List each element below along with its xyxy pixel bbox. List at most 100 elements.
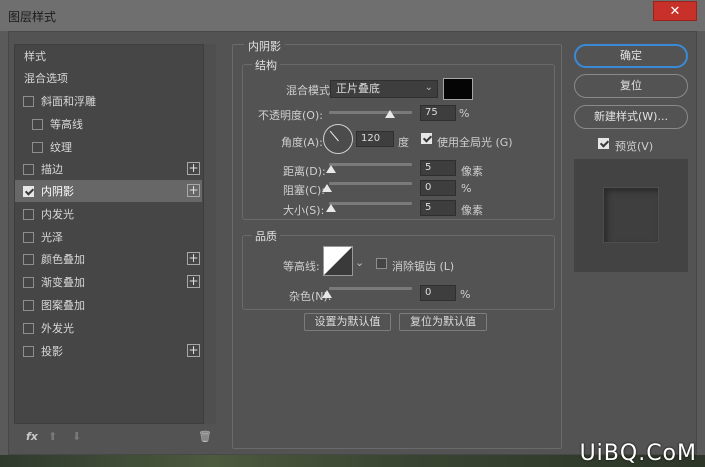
style-item-checkbox[interactable]	[23, 253, 34, 265]
style-item-checkbox[interactable]	[23, 95, 34, 107]
style-item-label: 颜色叠加	[41, 253, 85, 266]
style-item-checkbox[interactable]	[23, 299, 34, 311]
add-effect-icon[interactable]: +	[187, 252, 200, 265]
opacity-input[interactable]: 75	[420, 105, 456, 121]
trash-icon[interactable]: 🗑	[198, 430, 212, 443]
blend-mode-select[interactable]: 正片叠底 ⌄	[330, 80, 438, 98]
style-item-label: 投影	[41, 345, 63, 358]
style-item-label: 光泽	[41, 231, 63, 244]
opacity-slider[interactable]	[329, 111, 412, 114]
angle-input[interactable]: 120	[356, 131, 394, 147]
style-item-checkbox[interactable]	[23, 185, 34, 197]
style-item-label: 斜面和浮雕	[41, 95, 96, 108]
add-effect-icon[interactable]: +	[187, 344, 200, 357]
distance-slider-thumb[interactable]	[326, 165, 336, 173]
antialias-checkbox[interactable]	[376, 258, 387, 269]
global-light-label: 使用全局光 (G)	[437, 136, 513, 149]
angle-dial[interactable]	[323, 124, 353, 154]
move-down-icon[interactable]: ⬇	[72, 430, 81, 443]
style-item-checkbox[interactable]	[23, 231, 34, 243]
chevron-down-icon[interactable]: ⌄	[355, 256, 364, 269]
style-item-inner-shadow[interactable]: 内阴影 +	[15, 180, 202, 202]
style-item-label: 样式	[24, 50, 46, 63]
style-item-bevel-emboss[interactable]: 斜面和浮雕	[15, 90, 202, 112]
size-input[interactable]: 5	[420, 200, 456, 216]
add-effect-icon[interactable]: +	[187, 162, 200, 175]
size-label: 大小(S):	[283, 204, 325, 217]
opacity-slider-thumb[interactable]	[385, 110, 395, 118]
move-up-icon[interactable]: ⬆	[48, 430, 57, 443]
choke-slider[interactable]	[329, 182, 412, 185]
distance-unit: 像素	[461, 165, 483, 178]
style-item-checkbox[interactable]	[23, 322, 34, 334]
noise-slider[interactable]	[329, 287, 412, 290]
preview-checkbox[interactable]	[598, 138, 609, 149]
new-style-button[interactable]: 新建样式(W)...	[574, 105, 688, 129]
add-effect-icon[interactable]: +	[187, 275, 200, 288]
style-item-texture[interactable]: 纹理	[15, 136, 202, 158]
watermark: UiBQ.CoM	[579, 441, 697, 466]
style-item-checkbox[interactable]	[23, 276, 34, 288]
style-item-checkbox[interactable]	[32, 141, 43, 153]
choke-input[interactable]: 0	[420, 180, 456, 196]
angle-unit: 度	[398, 136, 409, 149]
style-item-blending-options[interactable]: 混合选项	[15, 67, 202, 89]
global-light-checkbox[interactable]	[421, 133, 432, 144]
style-item-checkbox[interactable]	[23, 345, 34, 357]
percent-unit: %	[459, 107, 470, 120]
style-item-label: 内发光	[41, 208, 74, 221]
size-slider[interactable]	[329, 202, 412, 205]
style-item-inner-glow[interactable]: 内发光	[15, 203, 202, 225]
contour-curve-icon	[324, 247, 352, 275]
style-item-label: 外发光	[41, 322, 74, 335]
blend-mode-label: 混合模式:	[286, 84, 334, 97]
contour-picker[interactable]	[323, 246, 353, 276]
ok-button[interactable]: 确定	[574, 44, 688, 68]
preview-thumbnail	[603, 187, 659, 243]
style-item-label: 描边	[41, 163, 63, 176]
noise-input[interactable]: 0	[420, 285, 456, 301]
style-item-checkbox[interactable]	[32, 118, 43, 130]
style-item-checkbox[interactable]	[23, 163, 34, 175]
style-item-contour[interactable]: 等高线	[15, 113, 202, 135]
distance-input[interactable]: 5	[420, 160, 456, 176]
style-item-label: 图案叠加	[41, 299, 85, 312]
contour-label: 等高线:	[283, 260, 320, 273]
style-item-outer-glow[interactable]: 外发光	[15, 317, 202, 339]
style-list-scrollbar[interactable]	[203, 44, 216, 424]
style-item-stroke[interactable]: 描边 +	[15, 158, 202, 180]
style-preview	[574, 159, 688, 272]
section-title: 内阴影	[244, 38, 285, 54]
style-item-label: 混合选项	[24, 72, 68, 85]
add-effect-icon[interactable]: +	[187, 184, 200, 197]
style-item-styles[interactable]: 样式	[15, 45, 202, 67]
close-icon: ✕	[669, 3, 681, 19]
fx-icon[interactable]: fx	[26, 430, 38, 443]
choke-slider-thumb[interactable]	[322, 184, 332, 192]
style-item-satin[interactable]: 光泽	[15, 226, 202, 248]
style-item-color-overlay[interactable]: 颜色叠加 +	[15, 248, 202, 270]
style-item-checkbox[interactable]	[23, 208, 34, 220]
structure-title: 结构	[252, 57, 280, 73]
style-item-label: 等高线	[50, 118, 83, 131]
distance-slider[interactable]	[329, 163, 412, 166]
distance-label: 距离(D):	[283, 165, 326, 178]
window-title: 图层样式	[8, 10, 57, 24]
blend-mode-value: 正片叠底	[336, 82, 380, 95]
close-button[interactable]: ✕	[653, 1, 697, 21]
size-slider-thumb[interactable]	[326, 204, 336, 212]
reset-button[interactable]: 复位	[574, 74, 688, 98]
style-item-pattern-overlay[interactable]: 图案叠加	[15, 294, 202, 316]
style-list-footer: fx ⬆ ⬇ 🗑	[22, 430, 212, 446]
style-item-drop-shadow[interactable]: 投影 +	[15, 340, 202, 362]
noise-slider-thumb[interactable]	[322, 290, 332, 298]
style-item-gradient-overlay[interactable]: 渐变叠加 +	[15, 271, 202, 293]
title-bar: 图层样式 ✕	[0, 0, 705, 31]
make-default-button[interactable]: 设置为默认值	[304, 313, 391, 331]
shadow-color-swatch[interactable]	[443, 78, 473, 100]
angle-needle	[329, 130, 339, 142]
style-item-label: 纹理	[50, 141, 72, 154]
reset-default-button[interactable]: 复位为默认值	[399, 313, 487, 331]
angle-label: 角度(A):	[281, 136, 323, 149]
chevron-down-icon: ⌄	[424, 82, 433, 93]
